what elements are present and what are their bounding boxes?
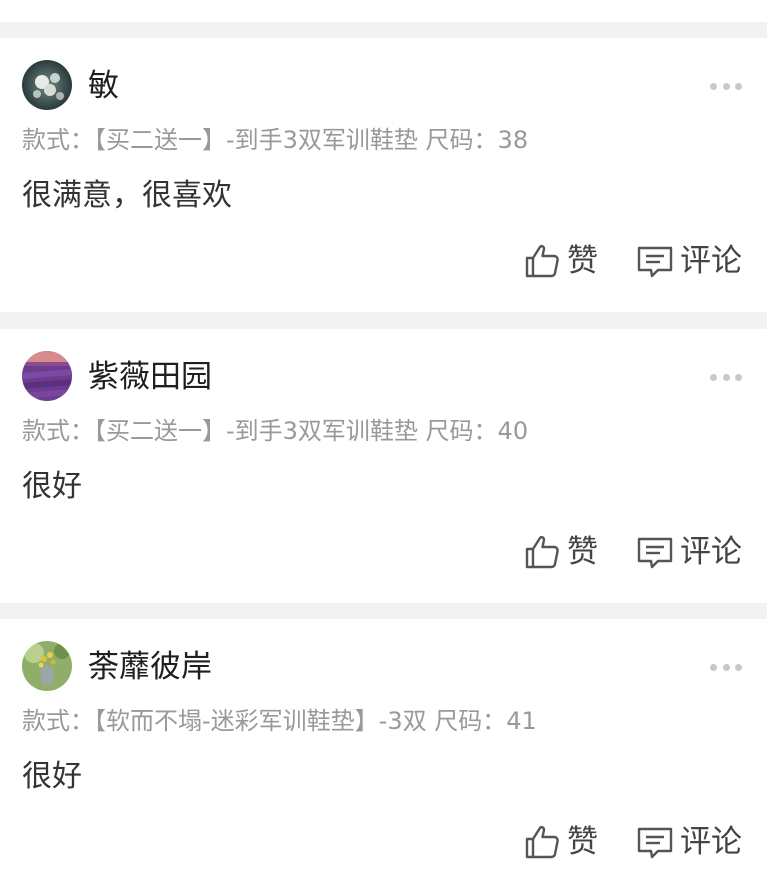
username[interactable]: 紫薇田园	[88, 359, 212, 395]
more-dots-icon[interactable]	[710, 663, 742, 671]
product-style-line: 款式：【买二送一】-到手3双军训鞋垫 尺码：40	[22, 417, 529, 445]
product-style-line: 款式：【买二送一】-到手3双军训鞋垫 尺码：38	[22, 126, 529, 154]
coral-photo-avatar-icon	[22, 60, 72, 110]
username[interactable]: 敏	[88, 68, 119, 104]
username[interactable]: 荼蘼彼岸	[88, 649, 212, 685]
comment-button[interactable]: 评论	[636, 823, 742, 861]
review-actions: 赞 评论	[523, 822, 742, 862]
thumbs-up-icon	[525, 825, 559, 859]
comment-bubble-icon	[637, 246, 673, 278]
like-button[interactable]: 赞	[523, 823, 598, 861]
like-label: 赞	[567, 534, 598, 570]
previous-card-tail	[0, 0, 767, 22]
review-text: 很满意，很喜欢	[22, 178, 232, 213]
like-label: 赞	[567, 243, 598, 279]
review-card: 紫薇田园 款式：【买二送一】-到手3双军训鞋垫 尺码：40 很好 赞 评论	[0, 329, 767, 603]
like-button[interactable]: 赞	[523, 533, 598, 571]
avatar[interactable]	[22, 351, 72, 401]
flower-vase-avatar-icon	[22, 641, 72, 691]
avatar[interactable]	[22, 60, 72, 110]
lavender-field-avatar-icon	[22, 351, 72, 401]
review-card: 敏 款式：【买二送一】-到手3双军训鞋垫 尺码：38 很满意，很喜欢 赞 评论	[0, 38, 767, 312]
comment-button[interactable]: 评论	[636, 242, 742, 280]
comment-button[interactable]: 评论	[636, 533, 742, 571]
review-actions: 赞 评论	[523, 241, 742, 281]
more-dots-icon[interactable]	[710, 373, 742, 381]
review-text: 很好	[22, 759, 82, 794]
like-label: 赞	[567, 824, 598, 860]
review-text: 很好	[22, 469, 82, 504]
review-card: 荼蘼彼岸 款式：【软而不塌-迷彩军训鞋垫】-3双 尺码：41 很好 赞 评论	[0, 619, 767, 893]
thumbs-up-icon	[525, 244, 559, 278]
comment-label: 评论	[680, 243, 742, 279]
review-actions: 赞 评论	[523, 532, 742, 572]
comment-bubble-icon	[637, 827, 673, 859]
comment-label: 评论	[680, 534, 742, 570]
thumbs-up-icon	[525, 535, 559, 569]
comment-label: 评论	[680, 824, 742, 860]
avatar[interactable]	[22, 641, 72, 691]
like-button[interactable]: 赞	[523, 242, 598, 280]
comment-bubble-icon	[637, 537, 673, 569]
product-style-line: 款式：【软而不塌-迷彩军训鞋垫】-3双 尺码：41	[22, 707, 537, 735]
more-dots-icon[interactable]	[710, 82, 742, 90]
